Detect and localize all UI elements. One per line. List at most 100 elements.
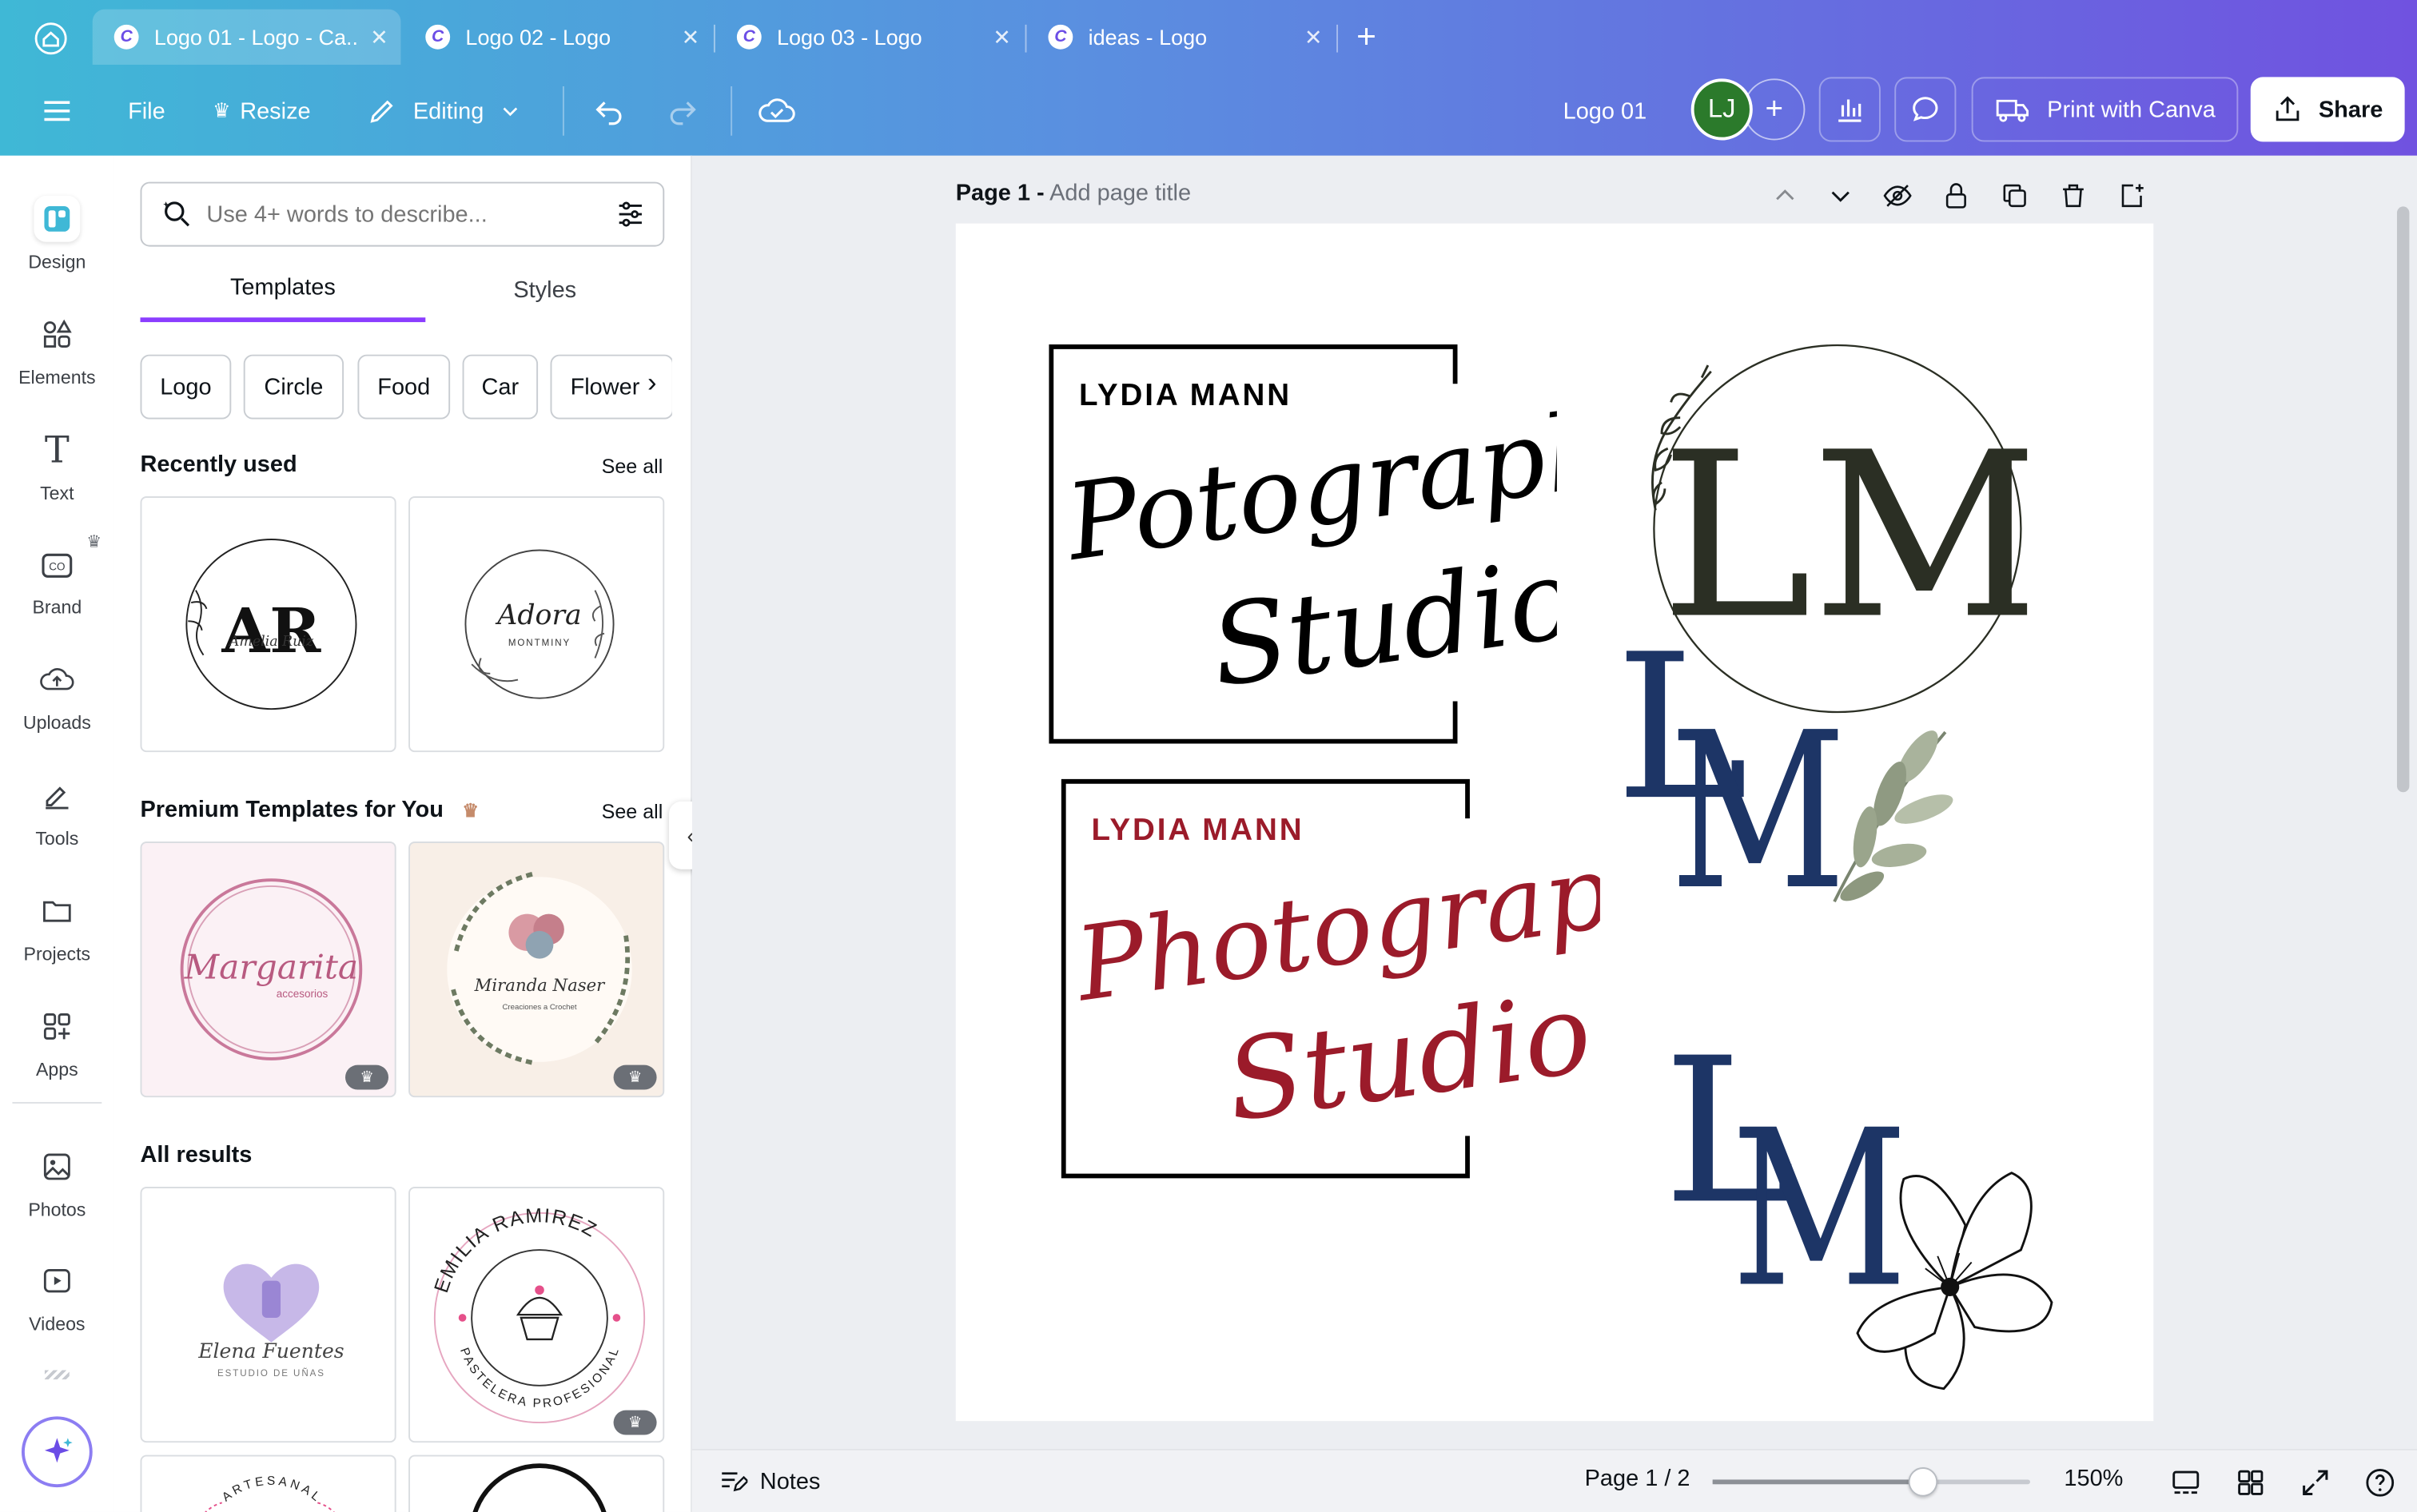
insights-button[interactable] <box>1818 77 1881 142</box>
lock-icon[interactable] <box>1941 181 1972 212</box>
crown-icon: ♛ <box>86 533 102 552</box>
template-card-result-2[interactable]: EMILIA RAMIREZ PASTELERA PROFESIONAL ♛ <box>408 1187 665 1443</box>
duplicate-page-icon[interactable] <box>1999 181 2030 212</box>
tab-title: ideas - Logo <box>1088 24 1208 50</box>
template-card-result-1[interactable]: Elena Fuentes ESTUDIO DE UÑAS <box>140 1187 396 1443</box>
rail-item-design[interactable]: Design <box>0 186 114 297</box>
chevron-down-icon[interactable] <box>1826 182 1854 210</box>
comments-button[interactable] <box>1894 77 1957 142</box>
filter-icon[interactable] <box>614 197 647 231</box>
logo-lm-flower[interactable]: L M <box>1657 1025 2073 1411</box>
grid-view-icon[interactable] <box>2234 1466 2268 1499</box>
resize-button[interactable]: ♛ Resize <box>213 80 310 141</box>
chips-scroll-right[interactable]: › <box>647 367 657 400</box>
text-icon: T <box>44 428 70 472</box>
template-card-premium-1[interactable]: Margarita accesorios ♛ <box>140 842 396 1098</box>
page-title-bar[interactable]: Page 1 - Add page title <box>956 181 1191 207</box>
avatar[interactable]: LJ <box>1690 78 1753 141</box>
chevron-up-icon[interactable] <box>1771 182 1799 210</box>
logo-lm-leaves[interactable]: L M <box>1603 624 1958 917</box>
rail-item-projects[interactable]: Projects <box>0 878 114 989</box>
canvas-scrollbar[interactable] <box>2396 206 2410 793</box>
fullscreen-icon[interactable] <box>2299 1466 2332 1499</box>
chip-car[interactable]: Car <box>462 354 539 420</box>
logo-black-photography[interactable]: LYDIA MANN Potography Studio <box>1048 344 1557 747</box>
menu-button[interactable] <box>40 80 74 141</box>
editor-toolbar: File ♛ Resize Editing Logo 01 + LJ Print… <box>0 65 2417 156</box>
document-title[interactable]: Logo 01 <box>1563 80 1647 141</box>
template-card-recent-1[interactable]: AR Amelia Ruiz <box>140 496 396 753</box>
rail-item-elements[interactable]: Elements <box>0 302 114 413</box>
close-icon[interactable]: ✕ <box>981 24 1024 50</box>
rail-item-apps[interactable]: Apps <box>0 994 114 1105</box>
tab-logo-03[interactable]: C Logo 03 - Logo ✕ <box>715 10 1024 65</box>
search-input[interactable] <box>206 201 592 228</box>
template-card-premium-2[interactable]: Miranda Naser Creaciones a Crochet ♛ <box>408 842 665 1098</box>
zoom-slider[interactable] <box>1712 1467 2030 1497</box>
name-text: Amelia Ruiz <box>228 634 314 650</box>
cloud-sync-status[interactable] <box>757 80 797 141</box>
home-button[interactable] <box>22 18 80 58</box>
crown-icon: ♛ <box>360 1068 374 1086</box>
section-premium: Premium Templates for You ♛ <box>141 797 480 823</box>
see-all-recent[interactable]: See all <box>602 455 663 478</box>
template-thumbnail: Margarita accesorios <box>180 878 363 1060</box>
zoom-level[interactable]: 150% <box>2064 1466 2123 1492</box>
template-card-result-3[interactable]: ARTESANAL <box>140 1454 396 1512</box>
page-view-icon[interactable] <box>2169 1466 2203 1499</box>
add-page-title[interactable]: Add page title <box>1049 181 1191 207</box>
close-icon[interactable]: ✕ <box>357 24 400 50</box>
tab-templates[interactable]: Templates <box>140 257 426 323</box>
help-icon[interactable] <box>2363 1466 2397 1499</box>
tab-ideas[interactable]: C ideas - Logo ✕ <box>1026 10 1335 65</box>
magic-assistant-button[interactable] <box>22 1416 93 1488</box>
rail-item-brand[interactable]: CO ♛ Brand <box>0 531 114 643</box>
notes-button[interactable]: Notes <box>717 1466 820 1497</box>
rail-label: Text <box>40 482 74 504</box>
chip-food[interactable]: Food <box>357 354 451 420</box>
canva-logo-icon: C <box>113 24 139 50</box>
editing-mode-dropdown[interactable]: Editing <box>367 80 521 141</box>
undo-button[interactable] <box>592 80 626 141</box>
hide-page-icon[interactable] <box>1882 181 1913 212</box>
truck-icon <box>1996 99 2029 122</box>
trash-icon[interactable] <box>2058 181 2089 212</box>
logo-initial-m: M <box>1670 686 1846 917</box>
rail-item-photos[interactable]: Photos <box>0 1134 114 1245</box>
print-with-canva-button[interactable]: Print with Canva <box>1971 77 2239 142</box>
tab-logo-01[interactable]: C Logo 01 - Logo - Ca... ✕ <box>92 9 401 66</box>
canvas-workspace: Page 1 - Add page title LYDIA MANN Potog… <box>691 155 2417 1449</box>
close-icon[interactable]: ✕ <box>1292 24 1335 50</box>
page-counter[interactable]: Page 1 / 2 <box>1585 1466 1690 1492</box>
rail-item-text[interactable]: T Text <box>0 418 114 529</box>
add-page-icon[interactable] <box>2116 181 2148 212</box>
tab-styles[interactable]: Styles <box>402 257 687 322</box>
rail-item-videos[interactable]: Videos <box>0 1248 114 1359</box>
logo-line-2: Studio <box>1204 533 1557 712</box>
svg-text:CO: CO <box>49 561 65 573</box>
close-icon[interactable]: ✕ <box>669 24 712 50</box>
new-tab-button[interactable]: + <box>1356 18 1376 55</box>
template-card-result-4[interactable] <box>408 1454 665 1512</box>
rail-item-uploads[interactable]: Uploads <box>0 647 114 758</box>
templates-panel: Templates Styles Logo Circle Food Car Fl… <box>113 155 692 1512</box>
chip-logo[interactable]: Logo <box>140 354 232 420</box>
design-page[interactable]: LYDIA MANN Potography Studio LYDIA MANN … <box>955 223 2154 1422</box>
template-search[interactable] <box>140 181 665 247</box>
canva-logo-icon: C <box>1048 24 1073 50</box>
more-indicator <box>44 1370 70 1380</box>
see-all-premium[interactable]: See all <box>602 800 663 823</box>
chip-circle[interactable]: Circle <box>243 354 344 420</box>
share-button[interactable]: Share <box>2250 77 2405 142</box>
page-tools <box>1771 177 2148 214</box>
logo-name: LYDIA MANN <box>1079 378 1292 412</box>
template-thumbnail: Elena Fuentes ESTUDIO DE UÑAS <box>197 1263 344 1379</box>
template-card-recent-2[interactable]: Adora MONTMINY <box>408 496 665 753</box>
tab-logo-02[interactable]: C Logo 02 - Logo ✕ <box>404 10 712 65</box>
zoom-slider-handle[interactable] <box>1908 1467 1938 1497</box>
magic-search-icon <box>163 201 190 227</box>
rail-item-tools[interactable]: Tools <box>0 763 114 874</box>
redo-button[interactable] <box>666 80 699 141</box>
file-menu[interactable]: File <box>128 80 165 141</box>
logo-red-photography[interactable]: LYDIA MANN Photography Studio <box>1061 778 1600 1182</box>
